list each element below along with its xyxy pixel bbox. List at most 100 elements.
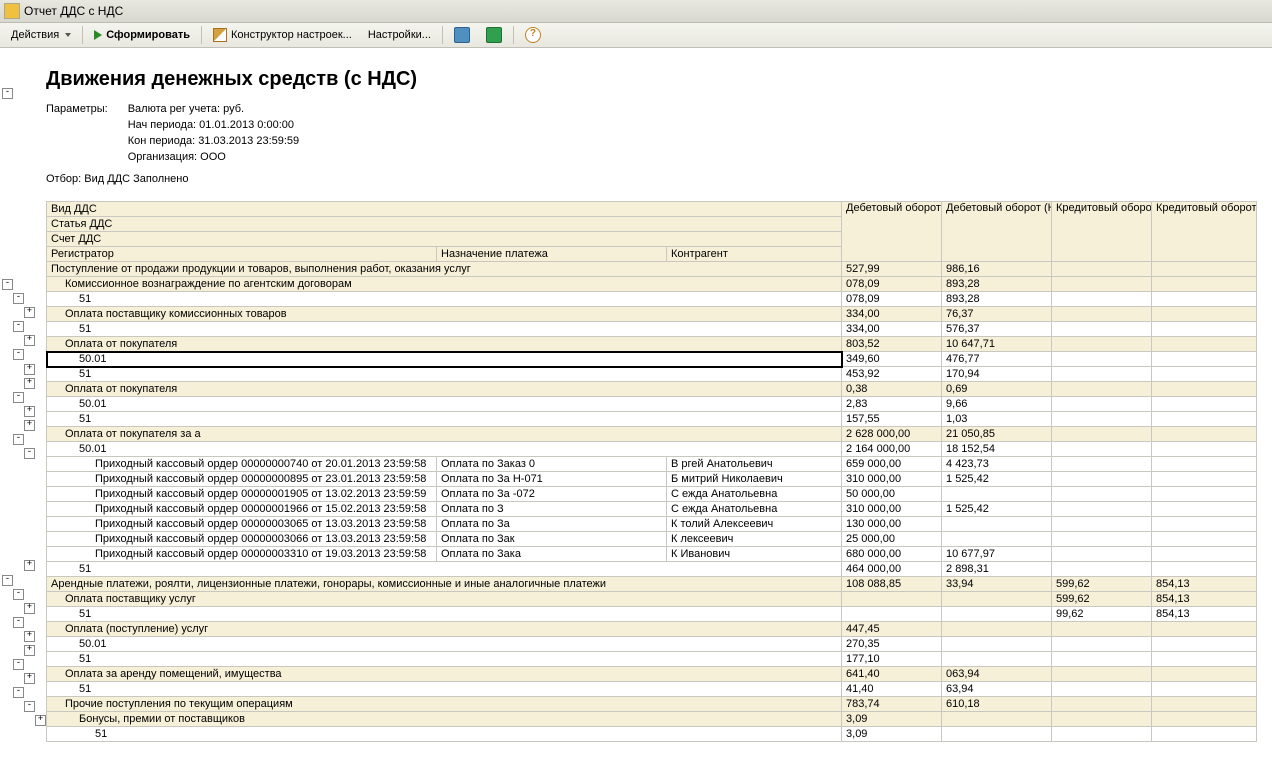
report-area: ---+-+-++-++--+--+-++-+--+ Движения дене… <box>0 48 1272 771</box>
expand-button[interactable]: + <box>24 560 35 571</box>
table-row[interactable]: 51177,10 <box>47 652 1257 667</box>
collapse-button[interactable]: - <box>24 701 35 712</box>
wrench-icon <box>454 27 470 43</box>
header-kontragent[interactable]: Контрагент <box>667 247 842 262</box>
collapse-button[interactable]: - <box>2 88 13 99</box>
params-label: Параметры: <box>46 101 108 165</box>
collapse-button[interactable]: - <box>13 589 24 600</box>
header-statya[interactable]: Статья ДДС <box>47 217 842 232</box>
table-row[interactable]: Оплата поставщику услуг599,62854,13 <box>47 592 1257 607</box>
table-row[interactable]: 51464 000,002 898,31 <box>47 562 1257 577</box>
collapse-button[interactable]: - <box>13 434 24 445</box>
table-row[interactable]: 50.01270,35 <box>47 637 1257 652</box>
collapse-button[interactable]: - <box>13 687 24 698</box>
collapse-button[interactable]: - <box>13 293 24 304</box>
expand-button[interactable]: + <box>24 673 35 684</box>
table-row[interactable]: Оплата (поступление) услуг447,45 <box>47 622 1257 637</box>
settings-button[interactable]: Настройки... <box>361 26 438 44</box>
outline-gutter: ---+-+-++-++--+--+-++-+--+ <box>0 48 46 771</box>
table-row[interactable]: Приходный кассовый ордер 00000003065 от … <box>47 517 1257 532</box>
settings-label: Настройки... <box>368 29 431 41</box>
collapse-button[interactable]: - <box>13 349 24 360</box>
report-content: Движения денежных средств (с НДС) Параме… <box>46 48 1272 771</box>
constructor-button[interactable]: Конструктор настроек... <box>206 25 359 45</box>
table-row[interactable]: 5199,62854,13 <box>47 607 1257 622</box>
report-params: Параметры: Валюта рег учета: руб.Нач пер… <box>46 101 1272 165</box>
param-line: Валюта рег учета: руб. <box>128 101 299 117</box>
table-row[interactable]: Приходный кассовый ордер 00000000740 от … <box>47 457 1257 472</box>
table-row[interactable]: 51078,09893,28 <box>47 292 1257 307</box>
table-row[interactable]: Арендные платежи, роялти, лицензионные п… <box>47 577 1257 592</box>
table-row[interactable]: Оплата от покупателя за а2 628 000,0021 … <box>47 427 1257 442</box>
report-filter: Отбор: Вид ДДС Заполнено <box>46 173 1272 185</box>
tool-button-1[interactable] <box>447 24 477 46</box>
toolbar: Действия Сформировать Конструктор настро… <box>0 23 1272 48</box>
expand-button[interactable]: + <box>24 420 35 431</box>
table-row[interactable]: 50.012 164 000,0018 152,54 <box>47 442 1257 457</box>
expand-button[interactable]: + <box>24 335 35 346</box>
table-row[interactable]: Поступление от продажи продукции и товар… <box>47 262 1257 277</box>
expand-button[interactable]: + <box>35 715 46 726</box>
table-row[interactable]: 513,09 <box>47 727 1257 742</box>
table-row[interactable]: Приходный кассовый ордер 00000003310 от … <box>47 547 1257 562</box>
param-line: Нач периода: 01.01.2013 0:00:00 <box>128 117 299 133</box>
table-row[interactable]: 50.012,839,66 <box>47 397 1257 412</box>
table-row[interactable]: Оплата поставщику комиссионных товаров33… <box>47 307 1257 322</box>
table-row[interactable]: Приходный кассовый ордер 00000000895 от … <box>47 472 1257 487</box>
toolbar-separator <box>513 26 514 44</box>
expand-button[interactable]: + <box>24 364 35 375</box>
expand-button[interactable]: + <box>24 307 35 318</box>
table-row[interactable]: Оплата от покупателя803,5210 647,71 <box>47 337 1257 352</box>
table-row[interactable]: 5141,4063,94 <box>47 682 1257 697</box>
actions-menu-button[interactable]: Действия <box>4 26 78 44</box>
chevron-down-icon <box>65 33 71 37</box>
tool-button-2[interactable] <box>479 24 509 46</box>
table-row[interactable]: Прочие поступления по текущим операциям7… <box>47 697 1257 712</box>
report-table: Вид ДДС Дебетовый оборот Дебетовый оборо… <box>46 201 1257 742</box>
help-button[interactable]: ? <box>518 24 548 46</box>
expand-button[interactable]: + <box>24 631 35 642</box>
collapse-button[interactable]: - <box>24 448 35 459</box>
table-row[interactable]: Оплата от покупателя0,380,69 <box>47 382 1257 397</box>
header-debet-nds[interactable]: Дебетовый оборот (НДС) <box>942 202 1052 262</box>
window-title: Отчет ДДС с НДС <box>24 0 123 22</box>
actions-label: Действия <box>11 29 59 41</box>
header-schet[interactable]: Счет ДДС <box>47 232 842 247</box>
header-vid[interactable]: Вид ДДС <box>47 202 842 217</box>
table-row[interactable]: Приходный кассовый ордер 00000001966 от … <box>47 502 1257 517</box>
expand-button[interactable]: + <box>24 603 35 614</box>
form-button[interactable]: Сформировать <box>87 26 197 44</box>
table-row[interactable]: Оплата за аренду помещений, имущества641… <box>47 667 1257 682</box>
collapse-button[interactable]: - <box>2 279 13 290</box>
table-row[interactable]: 51334,00576,37 <box>47 322 1257 337</box>
window-titlebar: Отчет ДДС с НДС <box>0 0 1272 23</box>
toolbar-separator <box>442 26 443 44</box>
header-registrator[interactable]: Регистратор <box>47 247 437 262</box>
table-row[interactable]: Приходный кассовый ордер 00000003066 от … <box>47 532 1257 547</box>
collapse-button[interactable]: - <box>13 392 24 403</box>
collapse-button[interactable]: - <box>2 575 13 586</box>
header-debet[interactable]: Дебетовый оборот <box>842 202 942 262</box>
report-title: Движения денежных средств (с НДС) <box>46 68 1272 91</box>
header-kredit[interactable]: Кредитовый оборот <box>1052 202 1152 262</box>
collapse-button[interactable]: - <box>13 617 24 628</box>
constructor-label: Конструктор настроек... <box>231 29 352 41</box>
expand-button[interactable]: + <box>24 378 35 389</box>
param-line: Организация: ООО <box>128 149 299 165</box>
header-kredit-nds[interactable]: Кредитовый оборот (НДС) <box>1152 202 1257 262</box>
table-row[interactable]: 51453,92170,94 <box>47 367 1257 382</box>
form-label: Сформировать <box>106 29 190 41</box>
toolbar-separator <box>201 26 202 44</box>
table-row[interactable]: Бонусы, премии от поставщиков3,09 <box>47 712 1257 727</box>
table-row[interactable]: 50.01349,60476,77 <box>47 352 1257 367</box>
table-row[interactable]: Приходный кассовый ордер 00000001905 от … <box>47 487 1257 502</box>
expand-button[interactable]: + <box>24 645 35 656</box>
table-row[interactable]: 51157,551,03 <box>47 412 1257 427</box>
table-row[interactable]: Комиссионное вознаграждение по агентским… <box>47 277 1257 292</box>
collapse-button[interactable]: - <box>13 321 24 332</box>
help-icon: ? <box>525 27 541 43</box>
toolbar-separator <box>82 26 83 44</box>
header-naznachenie[interactable]: Назначение платежа <box>437 247 667 262</box>
collapse-button[interactable]: - <box>13 659 24 670</box>
expand-button[interactable]: + <box>24 406 35 417</box>
